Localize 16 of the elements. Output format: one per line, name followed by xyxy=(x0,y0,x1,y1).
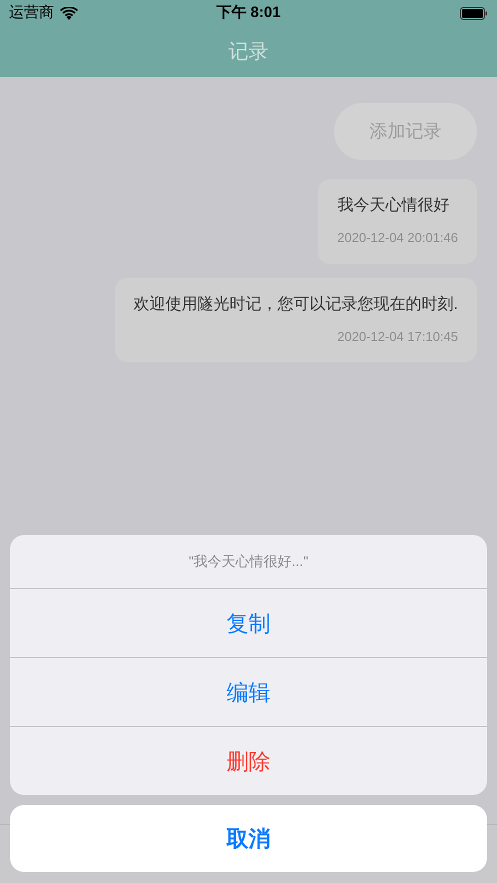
cancel-button[interactable]: 取消 xyxy=(10,805,487,872)
record-bubble[interactable]: 欢迎使用隧光时记，您可以记录您现在的时刻. 2020-12-04 17:10:45 xyxy=(114,278,477,362)
action-sheet-option[interactable]: 复制 xyxy=(10,588,487,657)
status-time: 下午 8:01 xyxy=(216,2,281,23)
record-text: 欢迎使用隧光时记，您可以记录您现在的时刻. xyxy=(134,294,458,314)
record-time: 2020-12-04 20:01:46 xyxy=(337,229,458,247)
action-sheet-option[interactable]: 删除 xyxy=(10,726,487,795)
action-sheet-title: "我今天心情很好..." xyxy=(188,552,308,571)
action-sheet-option[interactable]: 编辑 xyxy=(10,657,487,726)
record-time: 2020-12-04 17:10:45 xyxy=(337,328,458,346)
record-bubble[interactable]: 我今天心情很好 2020-12-04 20:01:46 xyxy=(318,179,477,264)
nav-title: 记录 xyxy=(228,40,268,64)
battery-icon xyxy=(460,6,488,20)
wifi-icon xyxy=(60,6,78,20)
carrier-label: 运营商 xyxy=(9,2,54,23)
record-text: 我今天心情很好 xyxy=(337,196,450,216)
